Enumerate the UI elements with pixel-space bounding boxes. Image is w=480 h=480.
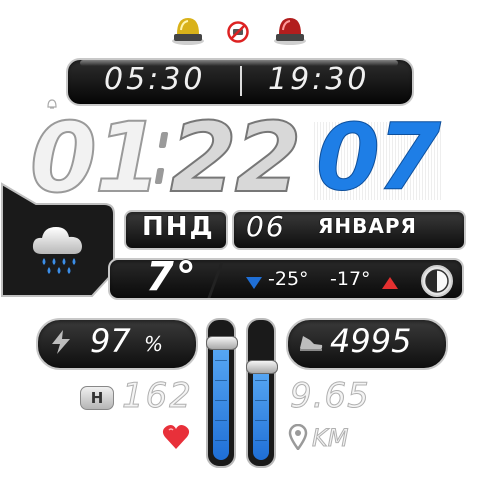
moon-phase-icon[interactable] [420, 264, 454, 298]
battery-value: 97 [90, 322, 131, 360]
clock-minutes: 22 [169, 102, 303, 214]
heart-icon [162, 424, 190, 450]
steps-slider-knob[interactable] [246, 360, 278, 374]
battery-slider-knob[interactable] [206, 336, 238, 350]
lightning-icon [50, 330, 72, 354]
heart-badge-icon: H [80, 386, 114, 410]
battery-slider[interactable] [206, 318, 238, 468]
steps-slider[interactable] [246, 318, 278, 468]
clock-seconds: 07 [315, 104, 441, 211]
sunrise-time: 05:30 [104, 62, 206, 97]
battery-unit: % [144, 332, 164, 356]
steps-value: 4995 [330, 322, 412, 360]
alarm-red-icon[interactable] [272, 12, 308, 46]
distance-unit: KM [311, 424, 349, 453]
do-not-disturb-icon[interactable] [227, 21, 249, 43]
distance-value: 9.65 [290, 376, 370, 417]
min-temperature: -25° [268, 268, 309, 290]
current-temperature: 7° [145, 253, 198, 301]
weekday: ПНД [141, 211, 215, 243]
alarm-yellow-icon[interactable] [170, 12, 206, 46]
max-temperature: -17° [330, 268, 371, 290]
sunset-time: 19:30 [268, 62, 370, 97]
clock-colon [154, 128, 169, 188]
rain-cloud-icon [30, 218, 86, 276]
location-pin-icon [288, 423, 308, 452]
max-temp-arrow-icon [382, 274, 398, 289]
sun-divider [240, 66, 242, 96]
date-month: ЯНВАРЯ [317, 213, 417, 239]
min-temp-arrow-icon [246, 274, 262, 289]
heart-rate-value: 162 [122, 376, 193, 417]
heart-badge-label: H [90, 389, 104, 407]
shoe-icon [298, 332, 324, 352]
date-day: 06 [245, 209, 286, 244]
